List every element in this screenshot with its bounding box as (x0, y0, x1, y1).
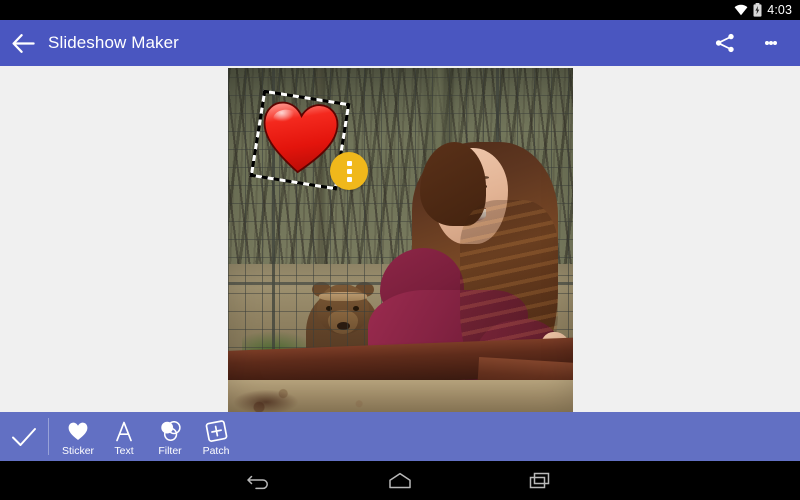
tool-text[interactable]: Text (101, 412, 147, 461)
overlapping-circles-icon (159, 419, 182, 443)
tool-sticker[interactable]: Sticker (55, 412, 101, 461)
heart-icon[interactable] (260, 99, 341, 176)
sticker-menu-dot (346, 160, 352, 166)
confirm-button[interactable] (0, 412, 48, 461)
tool-label: Patch (202, 445, 230, 457)
square-plus-icon (205, 419, 228, 443)
sticker-menu-dot (346, 176, 352, 182)
overflow-menu-icon[interactable] (748, 20, 794, 66)
letter-a-icon (114, 419, 134, 443)
editor-canvas[interactable] (0, 66, 800, 412)
device-screen: 4:03 Slideshow Maker Sticker Text Filter… (0, 0, 800, 500)
nav-home-icon[interactable] (372, 461, 428, 500)
tool-filter[interactable]: Filter (147, 412, 193, 461)
status-bar: 4:03 (0, 0, 800, 20)
android-nav-bar (0, 461, 800, 500)
sticker-options-button[interactable] (330, 152, 368, 190)
tool-patch[interactable]: Patch (193, 412, 239, 461)
overflow-dot (773, 41, 777, 45)
share-icon[interactable] (702, 20, 748, 66)
battery-charging-icon (753, 3, 762, 17)
heart-sticker[interactable] (246, 89, 368, 202)
tool-label: Filter (158, 445, 182, 457)
bottom-toolbar: Sticker Text Filter Patch (0, 412, 800, 461)
nav-back-icon[interactable] (232, 461, 288, 500)
heart-icon (68, 419, 88, 443)
sticker-menu-dot (346, 168, 352, 174)
page-title: Slideshow Maker (48, 33, 179, 52)
wifi-icon (734, 4, 748, 16)
tool-label: Sticker (61, 445, 95, 457)
app-bar: Slideshow Maker (0, 20, 800, 66)
tool-label: Text (114, 445, 134, 457)
tool-list: Sticker Text Filter Patch (49, 412, 239, 461)
checkmark-icon (12, 427, 36, 446)
back-arrow-icon[interactable] (0, 20, 46, 66)
status-clock: 4:03 (767, 3, 792, 17)
nav-recents-icon[interactable] (512, 461, 568, 500)
